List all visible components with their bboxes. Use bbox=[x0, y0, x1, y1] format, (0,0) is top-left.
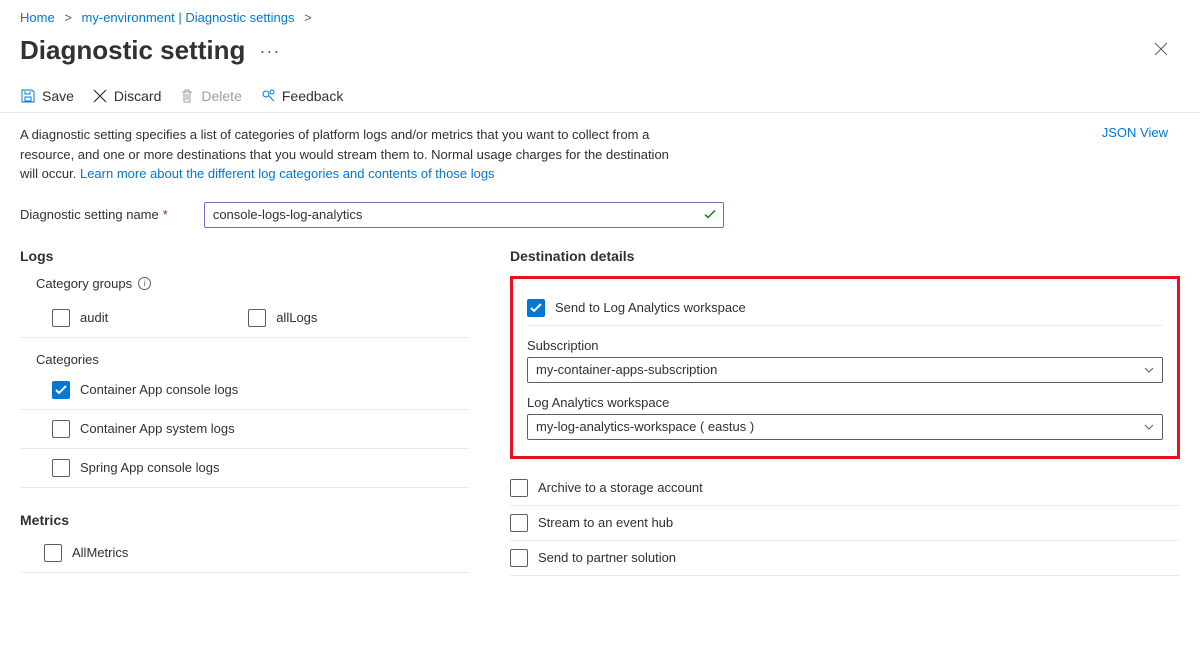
metrics-title: Metrics bbox=[20, 512, 470, 528]
feedback-button[interactable]: Feedback bbox=[260, 88, 343, 104]
category-checkbox-0[interactable] bbox=[52, 381, 70, 399]
category-checkbox-1[interactable] bbox=[52, 420, 70, 438]
log-analytics-checkbox[interactable] bbox=[527, 299, 545, 317]
delete-icon bbox=[179, 88, 195, 104]
subscription-label: Subscription bbox=[527, 338, 1163, 353]
more-icon[interactable]: ··· bbox=[259, 42, 280, 60]
delete-label: Delete bbox=[201, 88, 241, 104]
logs-title: Logs bbox=[20, 248, 470, 264]
log-analytics-label: Send to Log Analytics workspace bbox=[555, 300, 746, 315]
archive-label: Archive to a storage account bbox=[538, 480, 703, 495]
subscription-dropdown[interactable]: my-container-apps-subscription bbox=[527, 357, 1163, 383]
destination-title: Destination details bbox=[510, 248, 1180, 264]
chevron-down-icon bbox=[1144, 421, 1154, 433]
save-button[interactable]: Save bbox=[20, 88, 74, 104]
chevron-right-icon: > bbox=[304, 10, 312, 25]
category-label-2: Spring App console logs bbox=[80, 460, 219, 475]
feedback-icon bbox=[260, 88, 276, 104]
breadcrumb-home[interactable]: Home bbox=[20, 10, 55, 25]
check-icon bbox=[704, 207, 716, 222]
workspace-dropdown[interactable]: my-log-analytics-workspace ( eastus ) bbox=[527, 414, 1163, 440]
category-checkbox-2[interactable] bbox=[52, 459, 70, 477]
eventhub-checkbox[interactable] bbox=[510, 514, 528, 532]
subscription-value: my-container-apps-subscription bbox=[536, 362, 717, 377]
save-label: Save bbox=[42, 88, 74, 104]
category-groups-label: Category groups i bbox=[36, 276, 470, 291]
info-icon[interactable]: i bbox=[138, 277, 151, 290]
alllogs-label: allLogs bbox=[276, 310, 317, 325]
categories-label: Categories bbox=[36, 352, 470, 367]
description-text: A diagnostic setting specifies a list of… bbox=[20, 125, 680, 184]
save-icon bbox=[20, 88, 36, 104]
audit-checkbox[interactable] bbox=[52, 309, 70, 327]
learn-more-link[interactable]: Learn more about the different log categ… bbox=[80, 166, 495, 181]
workspace-label: Log Analytics workspace bbox=[527, 395, 1163, 410]
breadcrumb-env[interactable]: my-environment | Diagnostic settings bbox=[82, 10, 295, 25]
eventhub-label: Stream to an event hub bbox=[538, 515, 673, 530]
discard-icon bbox=[92, 88, 108, 104]
alllogs-checkbox[interactable] bbox=[248, 309, 266, 327]
json-view-link[interactable]: JSON View bbox=[1102, 125, 1168, 140]
close-icon[interactable] bbox=[1150, 40, 1172, 61]
partner-checkbox[interactable] bbox=[510, 549, 528, 567]
setting-name-input[interactable] bbox=[204, 202, 724, 228]
archive-checkbox[interactable] bbox=[510, 479, 528, 497]
chevron-down-icon bbox=[1144, 364, 1154, 376]
discard-label: Discard bbox=[114, 88, 161, 104]
required-asterisk: * bbox=[163, 207, 168, 222]
feedback-label: Feedback bbox=[282, 88, 343, 104]
partner-label: Send to partner solution bbox=[538, 550, 676, 565]
setting-name-label: Diagnostic setting name * bbox=[20, 207, 168, 222]
breadcrumb: Home > my-environment | Diagnostic setti… bbox=[0, 0, 1200, 29]
delete-button: Delete bbox=[179, 88, 241, 104]
audit-label: audit bbox=[80, 310, 108, 325]
allmetrics-label: AllMetrics bbox=[72, 545, 128, 560]
page-title: Diagnostic setting bbox=[20, 35, 245, 66]
workspace-value: my-log-analytics-workspace ( eastus ) bbox=[536, 419, 754, 434]
chevron-right-icon: > bbox=[64, 10, 72, 25]
log-analytics-highlight: Send to Log Analytics workspace Subscrip… bbox=[510, 276, 1180, 459]
allmetrics-checkbox[interactable] bbox=[44, 544, 62, 562]
category-label-0: Container App console logs bbox=[80, 382, 238, 397]
category-label-1: Container App system logs bbox=[80, 421, 235, 436]
discard-button[interactable]: Discard bbox=[92, 88, 161, 104]
